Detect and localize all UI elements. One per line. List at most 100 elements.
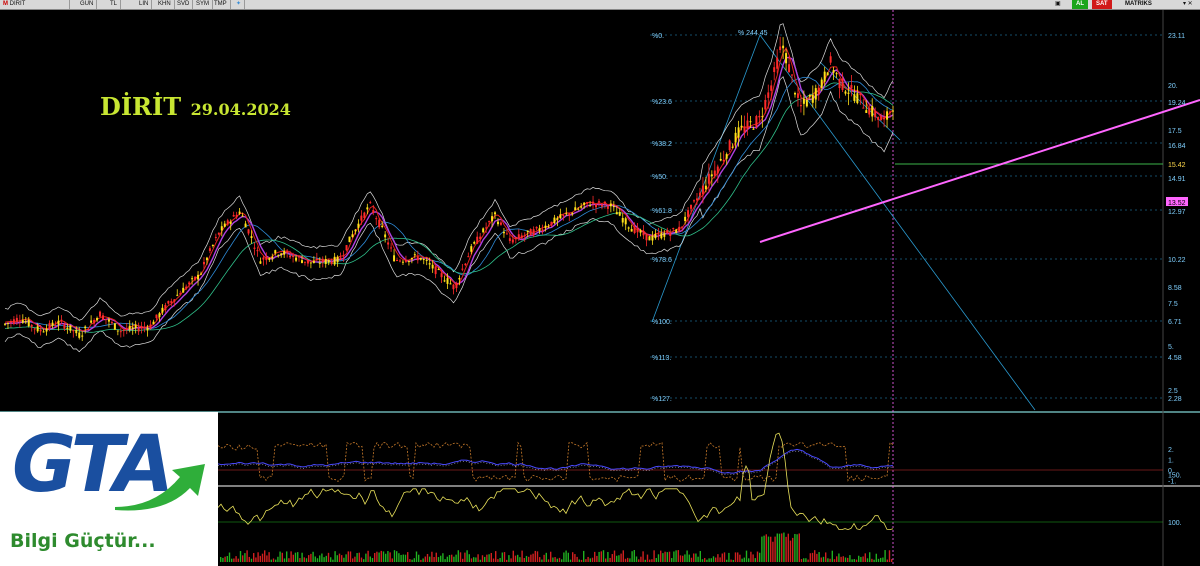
volume-bar <box>882 557 884 562</box>
candle-body <box>164 304 167 311</box>
candle-body <box>363 212 366 219</box>
volume-bar <box>792 537 794 562</box>
volume-bar <box>448 554 451 562</box>
candle-body <box>874 111 877 118</box>
volume-bar <box>435 552 437 562</box>
candle-body <box>811 94 814 103</box>
volume-bar <box>453 556 455 562</box>
period-gun-button[interactable]: GUN <box>77 0 98 9</box>
candle-body <box>39 329 42 332</box>
candle-body <box>202 261 205 265</box>
candle-body <box>479 236 482 240</box>
candle-body <box>298 256 301 258</box>
volume-bar <box>627 557 629 562</box>
volume-bar <box>836 556 838 562</box>
candle-body <box>826 72 829 76</box>
price-axis-label: 23.11 <box>1168 33 1185 40</box>
volume-bar <box>682 555 684 562</box>
volume-bar <box>517 554 519 562</box>
period-tl-button[interactable]: TL <box>107 0 122 9</box>
fib-level-label: %0. <box>652 33 664 40</box>
volume-bar <box>891 559 893 562</box>
volume-bar <box>455 554 457 562</box>
volume-bar <box>651 559 653 562</box>
volume-bar <box>605 558 607 562</box>
candle-body <box>280 253 283 256</box>
volume-bar <box>578 559 580 562</box>
volume-bar <box>730 559 732 562</box>
volume-bar <box>576 556 578 562</box>
candle-body <box>698 192 701 196</box>
volume-bar <box>244 553 246 562</box>
candle-body <box>167 301 170 304</box>
candle-body <box>211 245 214 247</box>
twitter-icon[interactable]: ✦ <box>233 0 246 9</box>
volume-bar <box>609 557 611 562</box>
volume-bar <box>466 550 468 562</box>
volume-bar <box>657 554 660 562</box>
price-axis-label: 12.97 <box>1168 209 1186 216</box>
volume-bar <box>391 558 393 562</box>
sell-button[interactable]: SAT <box>1092 0 1112 9</box>
volume-bar <box>558 557 561 562</box>
khn-button[interactable]: KHN <box>155 0 175 9</box>
candle-body <box>330 261 333 265</box>
candle-body <box>746 120 749 130</box>
volume-bar <box>600 551 602 562</box>
candle-body <box>99 311 102 317</box>
settings-icon[interactable]: ▣ <box>1052 0 1064 9</box>
volume-bar <box>684 554 686 562</box>
volume-bar <box>253 553 255 562</box>
fib-level-label: %50. <box>652 174 668 181</box>
candle-body <box>87 328 90 330</box>
volume-bar <box>622 550 624 562</box>
candle-body <box>618 212 621 216</box>
candle-body <box>372 210 375 213</box>
volume-bar <box>635 556 638 562</box>
price-axis-label: 13.52 <box>1168 200 1186 207</box>
candle-body <box>375 218 378 220</box>
volume-bar <box>884 550 886 562</box>
candle-body <box>345 245 348 251</box>
volume-bar <box>290 551 292 562</box>
volume-bar <box>677 550 679 562</box>
candle-body <box>758 115 761 118</box>
candle-body <box>782 45 785 49</box>
candle-body <box>398 260 401 262</box>
candle-body <box>81 335 84 337</box>
candle-body <box>716 166 719 174</box>
volume-bar <box>380 550 382 562</box>
window-controls[interactable]: ▾ ✕ <box>1180 0 1196 9</box>
volume-bar <box>644 559 646 562</box>
candle-body <box>520 235 523 239</box>
candle-body <box>36 326 39 332</box>
candle-body <box>324 259 327 264</box>
volume-bar <box>767 536 770 562</box>
candle-body <box>749 121 752 123</box>
volume-bar <box>653 550 655 562</box>
candle-body <box>256 250 259 252</box>
volume-bar <box>437 557 440 562</box>
candle-body <box>161 307 164 313</box>
volume-bar <box>446 556 448 562</box>
volume-bar <box>809 553 811 562</box>
candle-body <box>416 256 419 261</box>
candle-body <box>90 320 93 323</box>
volume-bar <box>356 553 358 562</box>
sym-button[interactable]: SYM <box>193 0 214 9</box>
candle-body <box>690 204 693 209</box>
candle-body <box>229 221 232 224</box>
candle-body <box>336 256 339 263</box>
candle-body <box>553 217 556 223</box>
volume-bar <box>820 557 822 562</box>
buy-button[interactable]: AL <box>1072 0 1088 9</box>
volume-bar <box>818 552 820 562</box>
volume-bar <box>567 552 569 562</box>
volume-bar <box>420 559 422 562</box>
candle-body <box>57 320 60 325</box>
lin-button[interactable]: LIN <box>136 0 153 9</box>
candle-body <box>847 92 850 94</box>
svd-button[interactable]: SVD <box>174 0 194 9</box>
tmp-button[interactable]: TMP <box>211 0 231 9</box>
symbol-selector[interactable]: M DIRIT <box>0 0 70 9</box>
